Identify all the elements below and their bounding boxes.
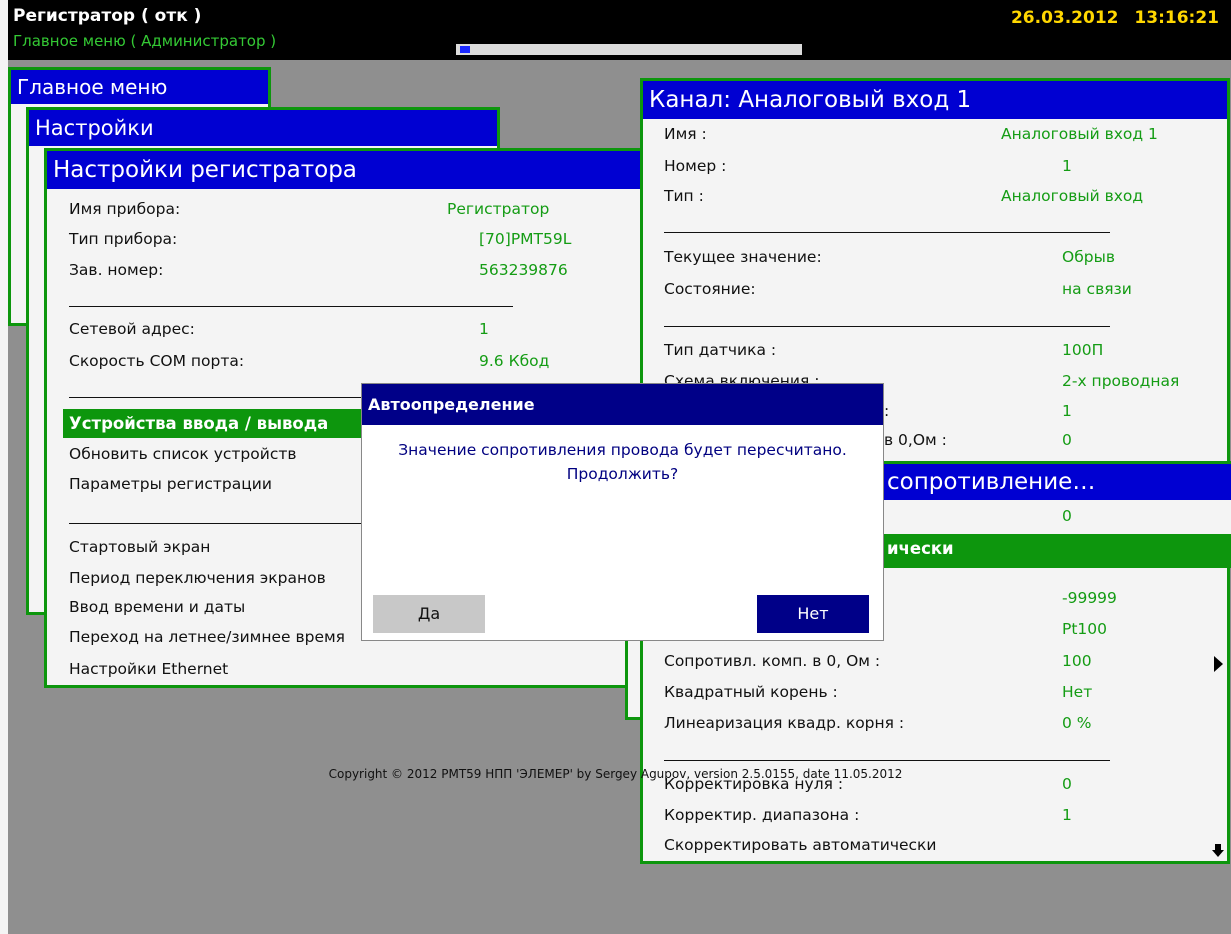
sqrt-lin-value[interactable]: 0 %: [1062, 714, 1092, 732]
device-name-value[interactable]: Регистратор: [447, 200, 549, 218]
sensor-type-label: Тип датчика :: [664, 341, 777, 359]
datetime-display: 26.03.2012 13:16:21: [1011, 8, 1219, 28]
channel-title: Канал: Аналоговый вход 1: [643, 81, 1227, 119]
net-address-value[interactable]: 1: [479, 320, 489, 338]
separator: [664, 232, 1110, 233]
current-value-value: Обрыв: [1062, 248, 1115, 266]
hidden-param2-label: в 0,Ом :: [884, 431, 947, 449]
hidden-param2-value[interactable]: 0: [1062, 431, 1072, 449]
yes-button[interactable]: Да: [373, 595, 485, 633]
menu-item-dst-switch[interactable]: Переход на летнее/зимнее время: [69, 628, 345, 646]
comp-resist-value[interactable]: 100: [1062, 652, 1092, 670]
separator: [69, 523, 369, 524]
channel-name-value[interactable]: Аналоговый вход 1: [1001, 125, 1158, 143]
channel-name-label: Имя :: [664, 125, 707, 143]
hidden-param-value[interactable]: 1: [1062, 402, 1072, 420]
device-type-label: Тип прибора:: [69, 230, 178, 248]
channel-number-label: Номер :: [664, 157, 727, 175]
separator: [664, 326, 1110, 327]
channel-number-value[interactable]: 1: [1062, 157, 1072, 175]
app-title: Регистратор ( отк ): [13, 6, 202, 26]
breadcrumb: Главное меню ( Администратор ): [13, 32, 277, 50]
menu-item-refresh-devices[interactable]: Обновить список устройств: [69, 445, 297, 463]
copyright-footer: Copyright © 2012 PMT59 НПП 'ЭЛЕМЕР' by S…: [328, 767, 903, 781]
arrow-down-icon[interactable]: [1212, 844, 1224, 858]
progress-fill: [460, 46, 470, 53]
recorder-settings-title: Настройки регистратора: [47, 151, 641, 189]
resistance-value[interactable]: 0: [1062, 507, 1072, 525]
serial-value[interactable]: 563239876: [479, 261, 568, 279]
sqrt-label: Квадратный корень :: [664, 683, 838, 701]
hidden-param-label: :: [884, 402, 890, 420]
time-text: 13:16:21: [1134, 8, 1219, 28]
state-value: на связи: [1062, 280, 1132, 298]
date-text: 26.03.2012: [1010, 8, 1119, 28]
wiring-value[interactable]: 2-х проводная: [1062, 372, 1179, 390]
dialog-title: Автоопределение: [362, 384, 883, 425]
separator: [69, 306, 513, 307]
autodetect-dialog[interactable]: Автоопределение Значение сопротивления п…: [361, 383, 884, 641]
arrow-right-icon[interactable]: [1214, 656, 1223, 672]
channel-type-value[interactable]: Аналоговый вход: [1001, 187, 1143, 205]
lower-limit-value[interactable]: -99999: [1062, 589, 1117, 607]
comp-resist-label: Сопротивл. комп. в 0, Ом :: [664, 652, 881, 670]
device-type-value[interactable]: [70]PMT59L: [479, 230, 571, 248]
sqrt-lin-label: Линеаризация квадр. корня :: [664, 714, 905, 732]
nsh-value[interactable]: Pt100: [1062, 620, 1107, 638]
no-button[interactable]: Нет: [757, 595, 869, 633]
device-name-label: Имя прибора:: [69, 200, 181, 218]
menu-item-screen-period[interactable]: Период переключения экранов: [69, 569, 326, 587]
dialog-message-line1: Значение сопротивления провода будет пер…: [398, 441, 847, 459]
current-value-label: Текущее значение:: [664, 248, 822, 266]
progress-bar: [456, 44, 802, 55]
resistance-subwindow[interactable]: сопротивление… 0 ически: [876, 461, 1231, 568]
auto-corr-item[interactable]: Скорректировать автоматически: [664, 836, 936, 854]
separator: [664, 760, 1110, 761]
net-address-label: Сетевой адрес:: [69, 320, 195, 338]
state-label: Состояние:: [664, 280, 756, 298]
resistance-subwindow-title: сопротивление…: [879, 464, 1231, 500]
range-corr-value[interactable]: 1: [1062, 806, 1072, 824]
com-speed-value[interactable]: 9.6 Кбод: [479, 352, 549, 370]
dialog-message-line2: Продолжить?: [566, 465, 679, 483]
range-corr-label: Корректир. диапазона :: [664, 806, 860, 824]
menu-item-datetime-input[interactable]: Ввод времени и даты: [69, 598, 245, 616]
serial-label: Зав. номер:: [69, 261, 164, 279]
top-bar: Регистратор ( отк ) Главное меню ( Админ…: [8, 0, 1231, 60]
sensor-type-value[interactable]: 100П: [1062, 341, 1103, 359]
settings-title: Настройки: [29, 110, 497, 146]
main-menu-title: Главное меню: [11, 70, 268, 104]
auto-detect-item[interactable]: ически: [879, 534, 1231, 565]
channel-type-label: Тип :: [664, 187, 704, 205]
menu-item-io-devices[interactable]: Устройства ввода / вывода: [63, 409, 363, 438]
menu-item-ethernet-settings[interactable]: Настройки Ethernet: [69, 660, 228, 678]
separator: [69, 397, 369, 398]
com-speed-label: Скорость COM порта:: [69, 352, 245, 370]
sqrt-value[interactable]: Нет: [1062, 683, 1092, 701]
menu-item-registration-params[interactable]: Параметры регистрации: [69, 475, 272, 493]
menu-item-start-screen[interactable]: Стартовый экран: [69, 538, 210, 556]
